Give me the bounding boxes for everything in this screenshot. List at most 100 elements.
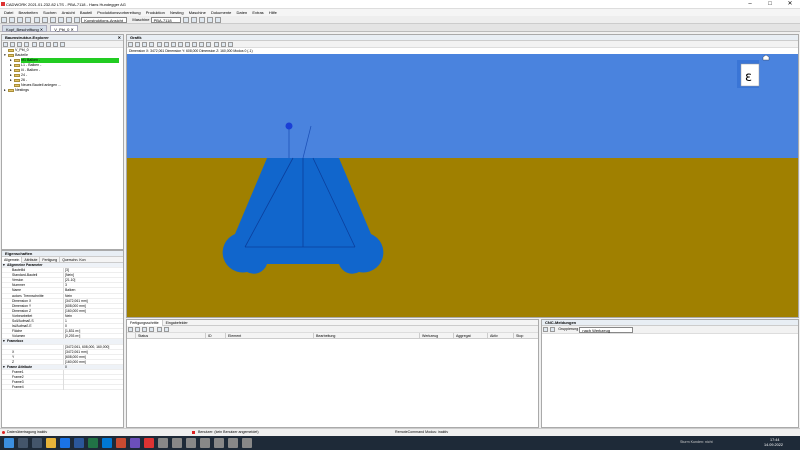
menu-ansicht[interactable]: Ansicht (62, 9, 75, 16)
windows-start-icon[interactable] (4, 438, 14, 448)
machine-combo[interactable]: PBA-7118 (150, 17, 181, 23)
new-icon[interactable] (1, 17, 7, 23)
col-aggregat[interactable]: Aggregat (453, 333, 471, 339)
col-element[interactable]: Element (225, 333, 241, 339)
app-icon-5[interactable] (200, 438, 210, 448)
expand-icon[interactable] (45, 42, 51, 47)
send-icon[interactable] (199, 17, 205, 23)
cnc-expand-icon[interactable] (543, 327, 548, 332)
clock-time[interactable]: 17:44 (770, 438, 780, 442)
print-icon[interactable] (25, 17, 32, 23)
shaded-icon[interactable] (206, 42, 212, 47)
powerpoint-icon[interactable] (116, 438, 126, 448)
explorer-close-icon[interactable]: ✕ (118, 35, 121, 41)
delete-icon[interactable] (31, 42, 37, 47)
back-icon[interactable] (3, 42, 8, 47)
property-value[interactable]: 0 (65, 324, 67, 329)
view-side-icon[interactable] (142, 42, 148, 47)
col-werkzeug[interactable]: Werkzeug (419, 333, 438, 339)
light-icon[interactable] (213, 42, 219, 47)
property-value[interactable]: [21.10] (65, 278, 75, 283)
minimize-button[interactable]: – (740, 0, 760, 9)
clock-date[interactable]: 14.09.2022 (764, 443, 783, 447)
tree-expander-icon[interactable]: ▸ (4, 88, 6, 93)
connect-icon[interactable] (190, 17, 197, 23)
open-icon[interactable] (9, 17, 16, 23)
menu-suchen[interactable]: Suchen (43, 9, 57, 16)
menu-bauteil[interactable]: Bauteil (80, 9, 92, 16)
menu-daten[interactable]: Daten (237, 9, 248, 16)
graphics-viewport[interactable]: ε (127, 54, 798, 317)
refresh-icon[interactable] (74, 17, 81, 23)
paste-icon[interactable] (66, 17, 72, 23)
cnc-collapse-icon[interactable] (550, 327, 556, 332)
tab-kopf-beschriftung[interactable]: Kopf_Beschriftung ✕ (2, 25, 48, 32)
machine-settings-icon[interactable] (182, 17, 189, 23)
property-value[interactable]: [3472,061 mm] (65, 350, 88, 355)
cadwork-icon[interactable] (144, 438, 154, 448)
menu-produktionsvorbereitung[interactable]: Produktionsvorbereitung (97, 9, 140, 16)
property-value[interactable]: [0,293 m³] (65, 334, 80, 339)
view-3d-icon[interactable] (149, 42, 155, 47)
wireframe-icon[interactable] (199, 42, 205, 47)
browser-icon[interactable] (60, 438, 70, 448)
view-top-icon[interactable] (128, 42, 133, 47)
redo-icon[interactable] (41, 17, 48, 23)
search-icon[interactable] (18, 438, 28, 448)
menu-hilfe[interactable]: Hilfe (269, 9, 277, 16)
zoom-fit-icon[interactable] (170, 42, 176, 47)
save-icon[interactable] (17, 17, 24, 23)
app-icon-6[interactable] (214, 438, 224, 448)
property-value[interactable]: [160,000 mm] (65, 309, 86, 314)
file-explorer-icon[interactable] (46, 438, 56, 448)
app-icon-7[interactable] (228, 438, 238, 448)
add-icon[interactable] (17, 42, 23, 47)
property-value[interactable]: [3472,061 mm] (65, 299, 88, 304)
filter-icon[interactable] (38, 42, 44, 47)
forward-icon[interactable] (10, 42, 16, 47)
col-id[interactable]: ID (205, 333, 212, 339)
col-status[interactable]: Status (135, 333, 148, 339)
close-button[interactable]: ✕ (780, 0, 800, 9)
teams-icon[interactable] (130, 438, 140, 448)
app-icon-3[interactable] (172, 438, 182, 448)
menu-produktion[interactable]: Produktion (146, 9, 165, 16)
menu-dokumente[interactable]: Dokumente (211, 9, 231, 16)
word-icon[interactable] (74, 438, 84, 448)
view-front-icon[interactable] (135, 42, 141, 47)
col-stop[interactable]: Stop (513, 333, 523, 339)
undo-icon[interactable] (33, 17, 40, 23)
view-combo[interactable]: Konstruktions-Ansicht (81, 17, 128, 23)
measure-icon[interactable] (192, 42, 198, 47)
origin-marker[interactable] (285, 122, 293, 130)
color-icon[interactable] (220, 42, 226, 47)
move-up-icon[interactable] (142, 327, 148, 332)
move-down-icon[interactable] (149, 327, 155, 332)
remove-step-icon[interactable] (135, 327, 141, 332)
app-icon-2[interactable] (158, 438, 168, 448)
pan-icon[interactable] (177, 42, 183, 47)
tree-item[interactable]: ▸ Nestings (2, 88, 123, 93)
cut-icon[interactable] (49, 17, 56, 23)
grid-icon[interactable] (227, 42, 233, 47)
col-bearbeitung[interactable]: Bearbeitung (313, 333, 335, 339)
property-value[interactable]: 3 (65, 283, 67, 288)
property-value[interactable]: Balken (65, 288, 75, 293)
menu-extras[interactable]: Extras (252, 9, 263, 16)
menu-bearbeiten[interactable]: Bearbeiten (18, 9, 37, 16)
property-value[interactable]: [3] (65, 268, 69, 273)
property-value[interactable]: 1 (65, 319, 67, 324)
sort-icon[interactable] (60, 42, 65, 47)
property-value[interactable]: Nein (65, 294, 72, 299)
maximize-button[interactable]: □ (760, 0, 780, 9)
property-value[interactable]: [608,000 mm] (65, 355, 86, 360)
property-value[interactable]: Nein (65, 314, 72, 319)
zoom-in-icon[interactable] (156, 42, 162, 47)
export-icon[interactable] (215, 17, 222, 23)
property-value[interactable]: [1,831 m²] (65, 329, 80, 334)
cnc-group-combo[interactable]: nach Werkzeug (579, 327, 634, 333)
copy-part-icon[interactable] (24, 42, 30, 47)
property-value[interactable]: [160,000 mm] (65, 360, 86, 365)
property-value[interactable]: [608,000 mm] (65, 304, 86, 309)
property-row[interactable]: Frame4 (2, 385, 123, 391)
